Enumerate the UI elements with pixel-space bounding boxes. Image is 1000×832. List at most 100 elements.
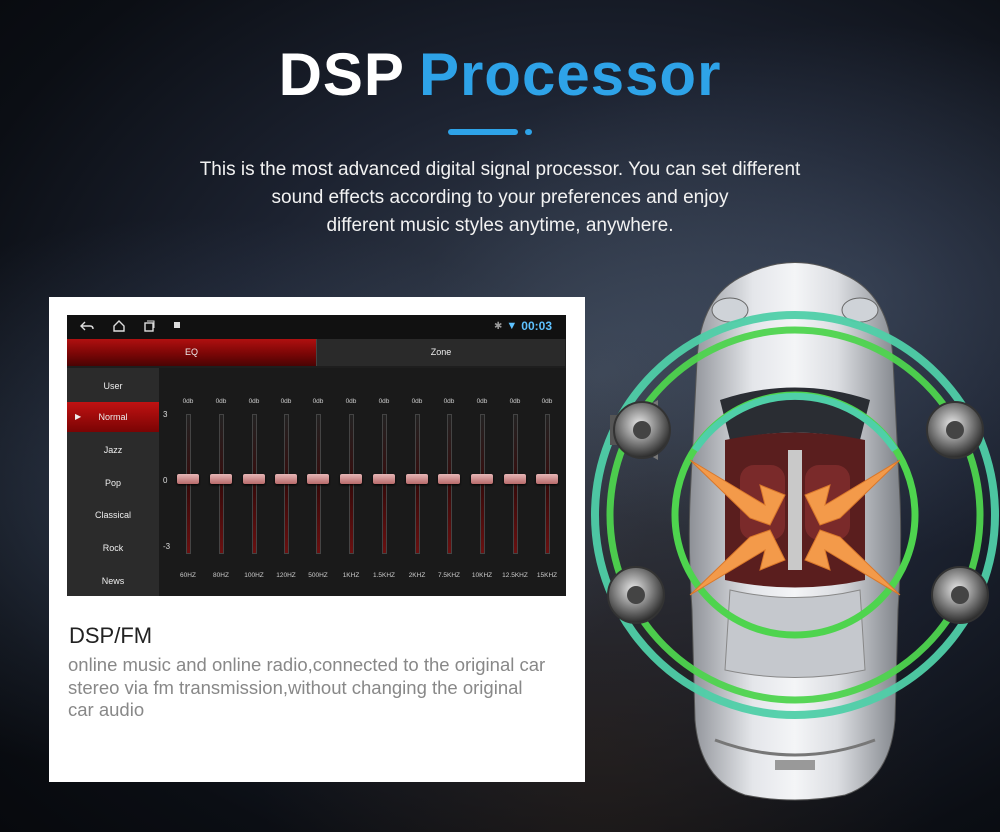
intro-text: This is the most advanced digital signal… xyxy=(150,156,850,240)
preset-label: Normal xyxy=(98,412,128,422)
eq-band: 0db 1KHZ xyxy=(336,398,366,583)
band-db-label: 0db xyxy=(182,398,194,405)
preset-item-pop[interactable]: Pop xyxy=(67,468,159,498)
feature-card: ✱ ▼ 00:03 EQ Zone User ▶ Normal Jazz Pop … xyxy=(49,297,585,782)
speaker-rear-left-icon xyxy=(607,566,665,624)
back-icon[interactable] xyxy=(79,319,95,335)
title-word-processor: Processor xyxy=(418,41,722,108)
scale-mid-label: 0 xyxy=(163,476,168,485)
slider-track[interactable] xyxy=(545,414,550,554)
car-surround-graphic xyxy=(590,250,1000,810)
slider-knob[interactable] xyxy=(275,474,297,484)
intro-line: different music styles anytime, anywhere… xyxy=(326,215,674,236)
clock: 00:03 xyxy=(521,319,552,333)
band-db-label: 0db xyxy=(280,398,292,405)
slider-knob[interactable] xyxy=(177,474,199,484)
preset-item-normal[interactable]: ▶ Normal xyxy=(67,402,159,432)
status-bar: ✱ ▼ 00:03 xyxy=(67,315,566,339)
band-db-label: 0db xyxy=(215,398,227,405)
slider-knob[interactable] xyxy=(438,474,460,484)
tab-zone[interactable]: Zone xyxy=(316,339,565,366)
eq-band: 0db 10KHZ xyxy=(467,398,497,583)
slider-track[interactable] xyxy=(284,414,289,554)
eq-band: 0db 15KHZ xyxy=(532,398,562,583)
eq-band: 0db 2KHZ xyxy=(402,398,432,583)
preset-list: User ▶ Normal Jazz Pop Classical Rock New… xyxy=(67,368,159,596)
band-db-label: 0db xyxy=(345,398,357,405)
scale-bottom-label: -3 xyxy=(163,542,171,551)
tab-eq[interactable]: EQ xyxy=(67,339,316,366)
band-db-label: 0db xyxy=(541,398,553,405)
intro-line: This is the most advanced digital signal… xyxy=(199,159,801,180)
card-line: stereo via fm transmission,without chang… xyxy=(68,676,523,698)
preset-label: Rock xyxy=(102,543,124,553)
wifi-icon: ▼ xyxy=(506,320,518,332)
head-unit-screen: ✱ ▼ 00:03 EQ Zone User ▶ Normal Jazz Pop … xyxy=(67,315,566,596)
center-console xyxy=(788,450,802,570)
speaker-front-right-icon xyxy=(926,401,984,459)
band-freq-label: 15KHZ xyxy=(536,572,558,579)
preset-label: Pop xyxy=(104,478,121,488)
bluetooth-icon: ✱ xyxy=(494,320,503,332)
slider-knob[interactable] xyxy=(210,474,232,484)
band-db-label: 0db xyxy=(476,398,488,405)
preset-label: News xyxy=(101,576,125,586)
recent-apps-icon[interactable] xyxy=(141,319,157,335)
band-db-label: 0db xyxy=(248,398,260,405)
preset-item-classical[interactable]: Classical xyxy=(67,500,159,530)
eq-band: 0db 60HZ xyxy=(173,398,203,583)
band-db-label: 0db xyxy=(443,398,455,405)
preset-item-user[interactable]: User xyxy=(67,371,159,401)
preset-item-rock[interactable]: Rock xyxy=(67,533,159,563)
card-heading: DSP/FM xyxy=(69,623,153,648)
eq-band: 0db 1.5KHZ xyxy=(369,398,399,583)
title-word-dsp: DSP xyxy=(278,41,405,108)
scale-top-label: 3 xyxy=(163,410,168,419)
home-icon[interactable] xyxy=(111,319,127,335)
slider-track[interactable] xyxy=(219,414,224,554)
eq-band: 0db 80HZ xyxy=(206,398,236,583)
eq-band: 0db 12.5KHZ xyxy=(500,398,530,583)
slider-knob[interactable] xyxy=(406,474,428,484)
slider-track[interactable] xyxy=(349,414,354,554)
status-right: ✱ ▼ 00:03 xyxy=(494,319,552,333)
slider-track[interactable] xyxy=(513,414,518,554)
eq-band: 0db 100HZ xyxy=(239,398,269,583)
eq-band: 0db 7.5KHZ xyxy=(434,398,464,583)
band-db-label: 0db xyxy=(509,398,521,405)
card-description: online music and online radio,connected … xyxy=(68,654,568,722)
preset-item-jazz[interactable]: Jazz xyxy=(67,435,159,465)
slider-knob[interactable] xyxy=(307,474,329,484)
title-underline xyxy=(448,129,518,135)
preset-label: Classical xyxy=(94,510,131,520)
slider-track[interactable] xyxy=(316,414,321,554)
slider-knob[interactable] xyxy=(536,474,558,484)
band-db-label: 0db xyxy=(378,398,390,405)
preset-item-news[interactable]: News xyxy=(67,566,159,596)
eq-band: 0db 500HZ xyxy=(303,398,333,583)
slider-track[interactable] xyxy=(186,414,191,554)
slider-track[interactable] xyxy=(415,414,420,554)
card-line: online music and online radio,connected … xyxy=(68,654,546,675)
license-plate xyxy=(775,760,815,770)
eq-band: 0db 120HZ xyxy=(271,398,301,583)
slider-track[interactable] xyxy=(447,414,452,554)
eq-tabs: EQ Zone xyxy=(67,339,566,366)
slider-knob[interactable] xyxy=(340,474,362,484)
band-db-label: 0db xyxy=(312,398,324,405)
slider-knob[interactable] xyxy=(504,474,526,484)
play-arrow-icon: ▶ xyxy=(75,412,82,421)
slider-track[interactable] xyxy=(480,414,485,554)
equalizer-panel: 3 0 -3 0db 60HZ 0db 80HZ 0db 100HZ 0db 120HZ… xyxy=(159,368,566,596)
card-line: car audio xyxy=(68,699,145,720)
intro-line: sound effects according to your preferen… xyxy=(271,187,729,208)
slider-track[interactable] xyxy=(252,414,257,554)
slider-knob[interactable] xyxy=(373,474,395,484)
notification-icon xyxy=(169,319,185,335)
band-db-label: 0db xyxy=(411,398,423,405)
slider-knob[interactable] xyxy=(243,474,265,484)
title-underline-dot xyxy=(525,129,532,135)
slider-track[interactable] xyxy=(382,414,387,554)
car-illustration xyxy=(591,262,999,801)
slider-knob[interactable] xyxy=(471,474,493,484)
